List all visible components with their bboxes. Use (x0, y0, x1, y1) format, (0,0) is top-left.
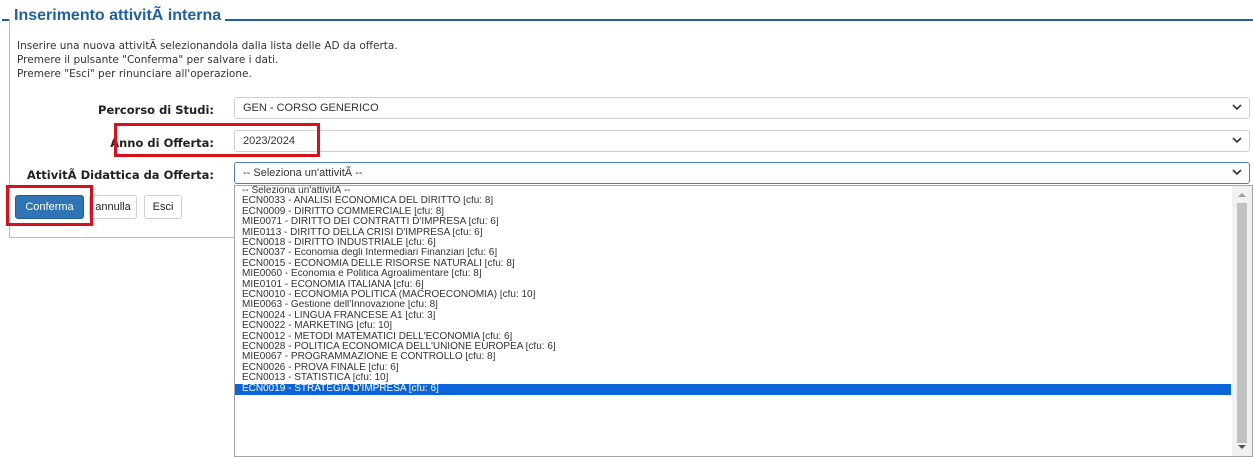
anno-select[interactable]: 2023/2024 (234, 130, 1250, 152)
attivita-label: AttivitÃ Didattica da Offerta: (26, 168, 214, 182)
conferma-highlight-box (6, 185, 93, 226)
scroll-down-arrow-icon[interactable] (1237, 442, 1247, 452)
dropdown-option[interactable]: MIE0063 - Gestione dell'Innovazione [cfu… (235, 300, 1231, 310)
dropdown-option[interactable]: MIE0067 - PROGRAMMAZIONE E CONTROLLO [cf… (235, 352, 1231, 362)
dropdown-option[interactable]: MIE0113 - DIRITTO DELLA CRISI D'IMPRESA … (235, 228, 1231, 238)
scrollbar-thumb[interactable] (1237, 203, 1247, 443)
attivita-dropdown-list[interactable]: -- Seleziona un'attivitÃ -- ECN0033 - ANA… (234, 185, 1253, 457)
dropdown-option[interactable]: ECN0018 - DIRITTO INDUSTRIALE [cfu: 6] (235, 238, 1231, 248)
intro-line: Premere il pulsante "Conferma" per salva… (17, 54, 279, 66)
dropdown-option[interactable]: ECN0010 - ECONOMIA POLITICA (MACROECONOM… (235, 290, 1231, 300)
dropdown-option[interactable]: ECN0015 - ECONOMIA DELLE RISORSE NATURAL… (235, 259, 1231, 269)
dropdown-option[interactable]: ECN0012 - METODI MATEMATICI DELL'ECONOMI… (235, 332, 1231, 342)
scroll-up-arrow-icon[interactable] (1237, 190, 1247, 200)
scrollbar[interactable] (1232, 186, 1252, 456)
dropdown-option[interactable]: -- Seleziona un'attivitÃ -- (235, 186, 1231, 196)
dropdown-option[interactable]: ECN0009 - DIRITTO COMMERCIALE [cfu: 8] (235, 207, 1231, 217)
dropdown-option[interactable]: MIE0101 - ECONOMIA ITALIANA [cfu: 6] (235, 280, 1231, 290)
intro-text: Inserire una nuova attivitÃ selezionando… (17, 39, 398, 81)
intro-line: Premere "Esci" per rinunciare all'operaz… (17, 68, 252, 80)
form-legend: Inserimento attivitÃ interna (10, 7, 226, 25)
percorso-select-value: GEN - CORSO GENERICO (243, 102, 379, 114)
dropdown-option[interactable]: ECN0028 - POLITICA ECONOMICA DELL'UNIONE… (235, 342, 1231, 352)
dropdown-option[interactable]: ECN0033 - ANALISI ECONOMICA DEL DIRITTO … (235, 196, 1231, 206)
dropdown-option[interactable]: ECN0037 - Economia degli Intermediari Fi… (235, 248, 1231, 258)
dropdown-option[interactable]: ECN0024 - LINGUA FRANCESE A1 [cfu: 3] (235, 311, 1231, 321)
annulla-button[interactable]: annulla (89, 195, 137, 219)
esci-button[interactable]: Esci (144, 195, 182, 219)
dropdown-option[interactable]: ECN0026 - PROVA FINALE [cfu: 6] (235, 363, 1231, 373)
chevron-down-icon (1232, 104, 1242, 111)
intro-line: Inserire una nuova attivitÃ selezionando… (17, 40, 398, 52)
dropdown-option[interactable]: ECN0013 - STATISTICA [cfu: 10] (235, 373, 1231, 383)
attivita-select-value: -- Seleziona un'attivitÃ -- (243, 167, 363, 179)
anno-highlight-box (114, 123, 320, 157)
dropdown-option[interactable]: ECN0019 - STRATEGIA D'IMPRESA [cfu: 6] (235, 383, 1231, 395)
dropdown-option[interactable]: ECN0022 - MARKETING [cfu: 10] (235, 321, 1231, 331)
chevron-down-icon (1232, 169, 1242, 176)
percorso-label: Percorso di Studi: (98, 103, 214, 117)
dropdown-option[interactable]: MIE0060 - Economia e Politica Agroalimen… (235, 269, 1231, 279)
percorso-select[interactable]: GEN - CORSO GENERICO (234, 97, 1250, 119)
dropdown-option[interactable]: MIE0071 - DIRITTO DEI CONTRATTI D'IMPRES… (235, 217, 1231, 227)
attivita-select[interactable]: -- Seleziona un'attivitÃ -- (234, 162, 1250, 184)
chevron-down-icon (1232, 137, 1242, 144)
